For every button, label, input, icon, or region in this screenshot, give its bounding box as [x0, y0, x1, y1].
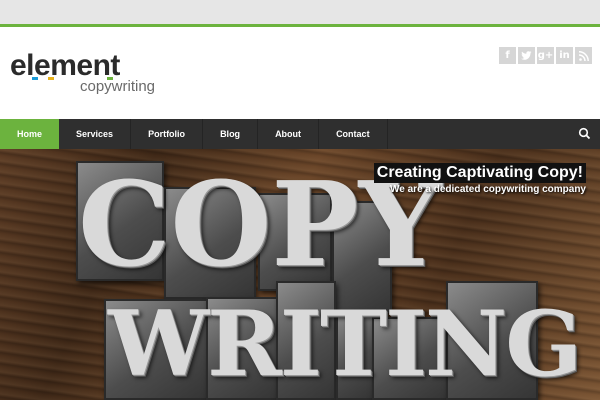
logo-tagline: copywriting [80, 78, 156, 95]
logo-accent-blue [32, 77, 38, 80]
site-header: element copywriting f g+ in [0, 27, 600, 119]
nav-item-contact[interactable]: Contact [319, 119, 388, 149]
linkedin-icon[interactable]: in [556, 47, 573, 64]
logo-text-el: el [10, 49, 35, 82]
twitter-icon[interactable] [518, 47, 535, 64]
logo-text-m: m [50, 49, 77, 82]
hero-word-writing: WRITING [108, 291, 582, 397]
rss-icon[interactable] [575, 47, 592, 64]
logo-accent-yellow [48, 77, 54, 80]
hero-tagline: Creating Captivating Copy! We are a dedi… [373, 163, 586, 195]
logo[interactable]: element copywriting [10, 49, 160, 99]
nav-item-about[interactable]: About [258, 119, 320, 149]
nav-item-services[interactable]: Services [59, 119, 132, 149]
search-icon[interactable] [576, 125, 594, 143]
nav-item-home[interactable]: Home [0, 119, 60, 149]
main-nav: Home Services Portfolio Blog About Conta… [0, 119, 600, 149]
nav-item-portfolio[interactable]: Portfolio [131, 119, 204, 149]
hero-subtitle: We are a dedicated copywriting company [390, 184, 586, 195]
top-bar [0, 0, 600, 24]
nav-item-blog[interactable]: Blog [203, 119, 259, 149]
hero-banner: COPY WRITING Creating Captivating Copy! … [0, 149, 600, 400]
google-plus-icon[interactable]: g+ [537, 47, 554, 64]
facebook-icon[interactable]: f [499, 47, 516, 64]
hero-title: Creating Captivating Copy! [373, 163, 586, 183]
social-icons: f g+ in [499, 47, 592, 64]
